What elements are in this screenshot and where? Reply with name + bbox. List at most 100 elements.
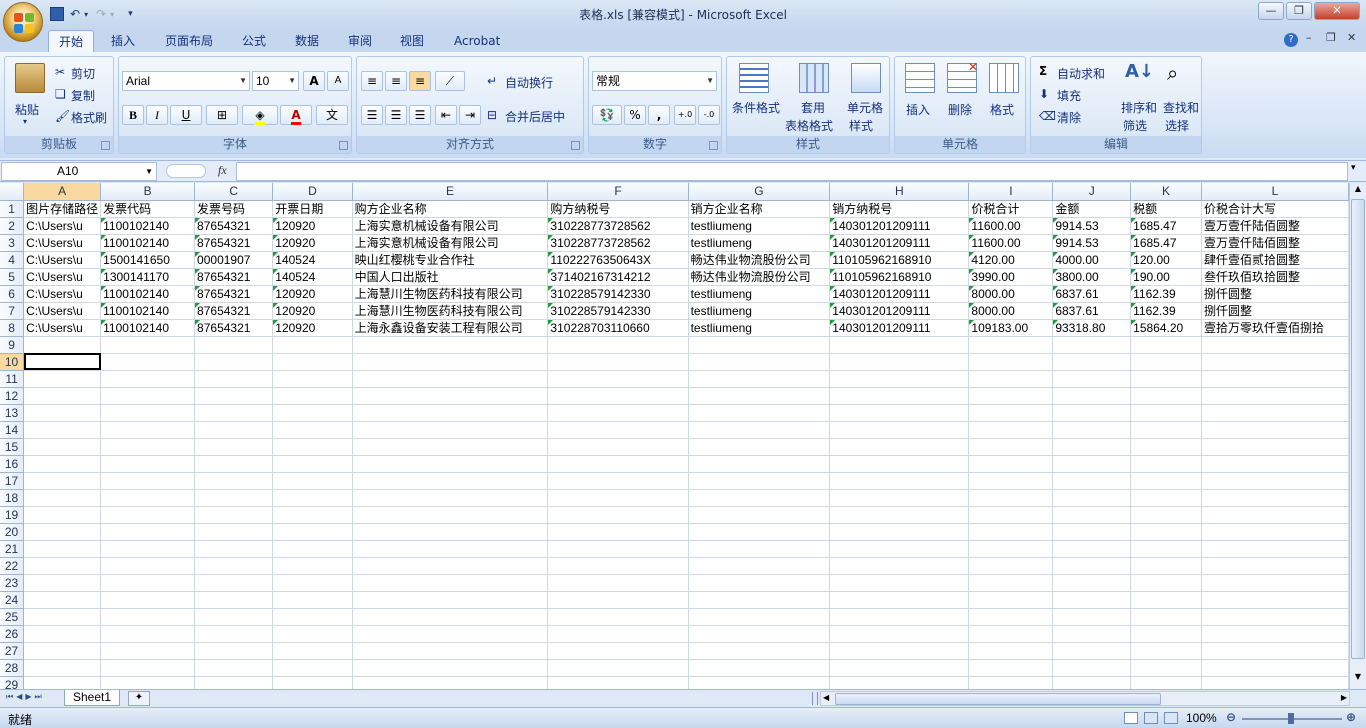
- decrease-decimal-button[interactable]: -.0: [698, 105, 720, 125]
- cell-l29[interactable]: [1201, 676, 1349, 689]
- cell-j24[interactable]: [1052, 591, 1132, 609]
- cell-e1[interactable]: 购方企业名称: [352, 200, 549, 218]
- cell-f9[interactable]: [547, 336, 689, 354]
- cell-h7[interactable]: 140301201209111: [829, 302, 970, 320]
- cell-d5[interactable]: 140524: [272, 268, 353, 286]
- new-sheet-icon[interactable]: ✦: [128, 691, 150, 706]
- cell-l10[interactable]: [1201, 353, 1349, 371]
- cell-e27[interactable]: [352, 642, 549, 660]
- cell-d25[interactable]: [272, 608, 353, 626]
- cell-h4[interactable]: 110105962168910: [829, 251, 970, 269]
- normal-view-icon[interactable]: [1124, 712, 1138, 724]
- cell-c13[interactable]: [194, 404, 274, 422]
- cell-d29[interactable]: [272, 676, 353, 689]
- cell-l12[interactable]: [1201, 387, 1349, 405]
- format-cells-button[interactable]: 格式: [990, 101, 1014, 118]
- cell-d20[interactable]: [272, 523, 353, 541]
- cell-c28[interactable]: [194, 659, 274, 677]
- underline-button[interactable]: U: [170, 105, 202, 125]
- cell-g1[interactable]: 销方企业名称: [688, 200, 831, 218]
- align-middle-button[interactable]: ≡: [385, 71, 407, 91]
- cell-c1[interactable]: 发票号码: [194, 200, 274, 218]
- cell-g18[interactable]: [688, 489, 831, 507]
- cell-b1[interactable]: 发票代码: [100, 200, 196, 218]
- italic-button[interactable]: I: [146, 105, 168, 125]
- cell-c6[interactable]: 87654321: [194, 285, 274, 303]
- cell-e12[interactable]: [352, 387, 549, 405]
- cell-g14[interactable]: [688, 421, 831, 439]
- cell-a25[interactable]: [23, 608, 102, 626]
- cell-b23[interactable]: [100, 574, 196, 592]
- cell-c12[interactable]: [194, 387, 274, 405]
- cell-l15[interactable]: [1201, 438, 1349, 456]
- cell-k26[interactable]: [1130, 625, 1202, 643]
- cell-g9[interactable]: [688, 336, 831, 354]
- cell-h26[interactable]: [829, 625, 970, 643]
- cell-g22[interactable]: [688, 557, 831, 575]
- cell-h27[interactable]: [829, 642, 970, 660]
- cell-b27[interactable]: [100, 642, 196, 660]
- cell-a26[interactable]: [23, 625, 102, 643]
- cell-d16[interactable]: [272, 455, 353, 473]
- cell-d17[interactable]: [272, 472, 353, 490]
- paste-dropdown-icon[interactable]: ▾: [23, 117, 27, 126]
- row-header-24[interactable]: 24: [0, 591, 25, 609]
- cell-j10[interactable]: [1052, 353, 1132, 371]
- cell-k1[interactable]: 税额: [1130, 200, 1202, 218]
- cell-a1[interactable]: 图片存储路径: [23, 200, 102, 218]
- cell-j6[interactable]: 6837.61: [1052, 285, 1132, 303]
- cell-i19[interactable]: [968, 506, 1054, 524]
- cell-i21[interactable]: [968, 540, 1054, 558]
- row-header-21[interactable]: 21: [0, 540, 25, 558]
- cell-h5[interactable]: 110105962168910: [829, 268, 970, 286]
- cell-e17[interactable]: [352, 472, 549, 490]
- row-header-8[interactable]: 8: [0, 319, 25, 337]
- row-header-20[interactable]: 20: [0, 523, 25, 541]
- cell-k13[interactable]: [1130, 404, 1202, 422]
- cell-d10[interactable]: [272, 353, 353, 371]
- cell-l23[interactable]: [1201, 574, 1349, 592]
- cell-g19[interactable]: [688, 506, 831, 524]
- cell-f22[interactable]: [547, 557, 689, 575]
- cell-b15[interactable]: [100, 438, 196, 456]
- cell-e8[interactable]: 上海永鑫设备安装工程有限公司: [352, 319, 549, 337]
- help-icon[interactable]: ?: [1284, 33, 1298, 47]
- tab-split-handle[interactable]: [812, 692, 818, 705]
- clear-button[interactable]: 清除: [1057, 109, 1081, 126]
- cell-c5[interactable]: 87654321: [194, 268, 274, 286]
- row-header-16[interactable]: 16: [0, 455, 25, 473]
- sort-filter-button[interactable]: 筛选: [1123, 117, 1147, 134]
- cell-d19[interactable]: [272, 506, 353, 524]
- cell-i29[interactable]: [968, 676, 1054, 689]
- sheet-tab-sheet1[interactable]: Sheet1: [64, 690, 120, 706]
- cell-b18[interactable]: [100, 489, 196, 507]
- cell-d8[interactable]: 120920: [272, 319, 353, 337]
- row-header-3[interactable]: 3: [0, 234, 25, 252]
- row-header-19[interactable]: 19: [0, 506, 25, 524]
- cell-g10[interactable]: [688, 353, 831, 371]
- cell-i27[interactable]: [968, 642, 1054, 660]
- cell-g2[interactable]: testliumeng: [688, 217, 831, 235]
- cell-j11[interactable]: [1052, 370, 1132, 388]
- cell-c2[interactable]: 87654321: [194, 217, 274, 235]
- cell-g28[interactable]: [688, 659, 831, 677]
- cell-d27[interactable]: [272, 642, 353, 660]
- cell-d15[interactable]: [272, 438, 353, 456]
- row-header-15[interactable]: 15: [0, 438, 25, 456]
- cell-j26[interactable]: [1052, 625, 1132, 643]
- cell-a3[interactable]: C:\Users\u: [23, 234, 102, 252]
- cell-k11[interactable]: [1130, 370, 1202, 388]
- cell-g5[interactable]: 畅达伟业物流股份公司: [688, 268, 831, 286]
- cell-j23[interactable]: [1052, 574, 1132, 592]
- cell-a29[interactable]: [23, 676, 102, 689]
- cell-l6[interactable]: 捌仟圆整: [1201, 285, 1349, 303]
- cell-b28[interactable]: [100, 659, 196, 677]
- cell-a5[interactable]: C:\Users\u: [23, 268, 102, 286]
- cell-j13[interactable]: [1052, 404, 1132, 422]
- cell-e14[interactable]: [352, 421, 549, 439]
- cell-f25[interactable]: [547, 608, 689, 626]
- cell-h13[interactable]: [829, 404, 970, 422]
- align-center-button[interactable]: ☰: [385, 105, 407, 125]
- cell-e11[interactable]: [352, 370, 549, 388]
- cell-a2[interactable]: C:\Users\u: [23, 217, 102, 235]
